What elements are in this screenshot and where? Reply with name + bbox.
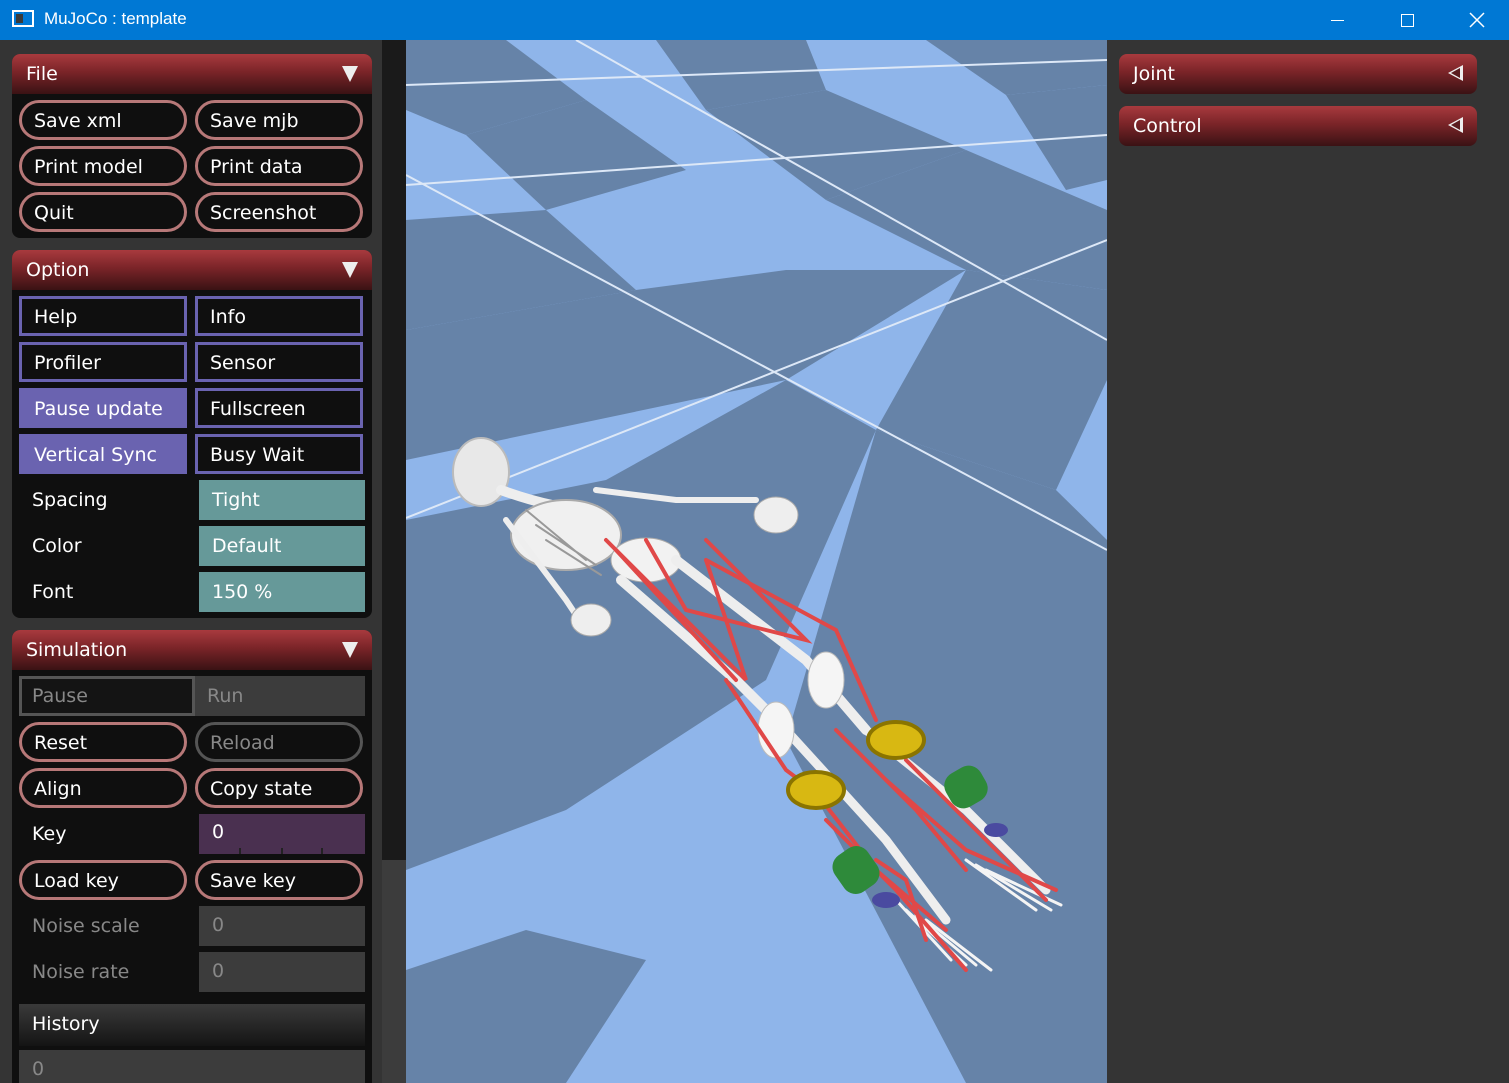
spacing-label: Spacing xyxy=(32,489,108,511)
control-header[interactable]: Control xyxy=(1119,106,1477,146)
busy-wait-toggle[interactable]: Busy Wait xyxy=(195,434,363,474)
file-section: File Save xml Save mjb Print model Print… xyxy=(12,54,372,238)
control-header-label: Control xyxy=(1133,115,1202,137)
minimize-icon xyxy=(1330,19,1344,21)
scrollbar-gutter xyxy=(382,860,406,1083)
sensor-toggle[interactable]: Sensor xyxy=(195,342,363,382)
key-slider[interactable]: 0 xyxy=(199,814,365,854)
expand-arrow-icon xyxy=(1448,117,1463,133)
maximize-button[interactable] xyxy=(1372,0,1442,40)
collapse-arrow-icon xyxy=(342,642,358,658)
file-header-label: File xyxy=(26,63,58,85)
vertical-sync-toggle[interactable]: Vertical Sync xyxy=(19,434,187,474)
title-bar: MuJoCo : template xyxy=(0,0,1509,40)
reload-button[interactable]: Reload xyxy=(195,722,363,762)
option-header-label: Option xyxy=(26,259,90,281)
expand-arrow-icon xyxy=(1448,65,1463,81)
copy-state-button[interactable]: Copy state xyxy=(195,768,363,808)
save-xml-button[interactable]: Save xml xyxy=(19,100,187,140)
slider-tick xyxy=(321,848,323,854)
window-title: MuJoCo : template xyxy=(44,9,187,28)
font-select[interactable]: 150 % xyxy=(199,572,365,612)
history-slider[interactable]: 0 xyxy=(19,1050,365,1083)
fullscreen-toggle[interactable]: Fullscreen xyxy=(195,388,363,428)
right-panel: Joint Control xyxy=(1107,40,1509,1083)
font-label: Font xyxy=(32,581,74,603)
load-key-button[interactable]: Load key xyxy=(19,860,187,900)
app-icon xyxy=(12,10,34,27)
slider-tick xyxy=(239,848,241,854)
key-slider-value: 0 xyxy=(212,821,225,843)
noise-scale-label: Noise scale xyxy=(32,915,140,937)
simulation-header-label: Simulation xyxy=(26,639,128,661)
file-header[interactable]: File xyxy=(12,54,372,94)
info-toggle[interactable]: Info xyxy=(195,296,363,336)
joint-header-label: Joint xyxy=(1133,63,1175,85)
save-mjb-button[interactable]: Save mjb xyxy=(195,100,363,140)
save-key-button[interactable]: Save key xyxy=(195,860,363,900)
color-label: Color xyxy=(32,535,82,557)
pause-radio[interactable]: Pause xyxy=(19,676,195,716)
slider-tick xyxy=(281,848,283,854)
left-scrollbar[interactable] xyxy=(382,40,406,860)
simulation-header[interactable]: Simulation xyxy=(12,630,372,670)
color-select[interactable]: Default xyxy=(199,526,365,566)
collapse-arrow-icon xyxy=(342,262,358,278)
profiler-toggle[interactable]: Profiler xyxy=(19,342,187,382)
close-icon xyxy=(1469,12,1485,28)
print-model-button[interactable]: Print model xyxy=(19,146,187,186)
reset-button[interactable]: Reset xyxy=(19,722,187,762)
run-radio[interactable]: Run xyxy=(195,676,365,716)
joint-header[interactable]: Joint xyxy=(1119,54,1477,94)
collapse-arrow-icon xyxy=(342,66,358,82)
pause-update-toggle[interactable]: Pause update xyxy=(19,388,187,428)
noise-rate-label: Noise rate xyxy=(32,961,130,983)
minimize-button[interactable] xyxy=(1302,0,1372,40)
maximize-icon xyxy=(1400,13,1414,27)
noise-scale-field[interactable]: 0 xyxy=(199,906,365,946)
3d-viewport[interactable] xyxy=(406,40,1107,1083)
pause-run-radio: Pause Run xyxy=(19,676,365,716)
print-data-button[interactable]: Print data xyxy=(195,146,363,186)
screenshot-button[interactable]: Screenshot xyxy=(195,192,363,232)
option-header[interactable]: Option xyxy=(12,250,372,290)
history-label: History xyxy=(19,1004,365,1046)
close-button[interactable] xyxy=(1442,0,1509,40)
option-section: Option Help Info Profiler Sensor Pause u… xyxy=(12,250,372,618)
key-label: Key xyxy=(32,823,67,845)
simulation-section: Simulation Pause Run Reset Reload Align … xyxy=(12,630,372,1083)
noise-rate-field[interactable]: 0 xyxy=(199,952,365,992)
align-button[interactable]: Align xyxy=(19,768,187,808)
scene-render xyxy=(406,40,1107,1083)
quit-button[interactable]: Quit xyxy=(19,192,187,232)
help-toggle[interactable]: Help xyxy=(19,296,187,336)
spacing-select[interactable]: Tight xyxy=(199,480,365,520)
